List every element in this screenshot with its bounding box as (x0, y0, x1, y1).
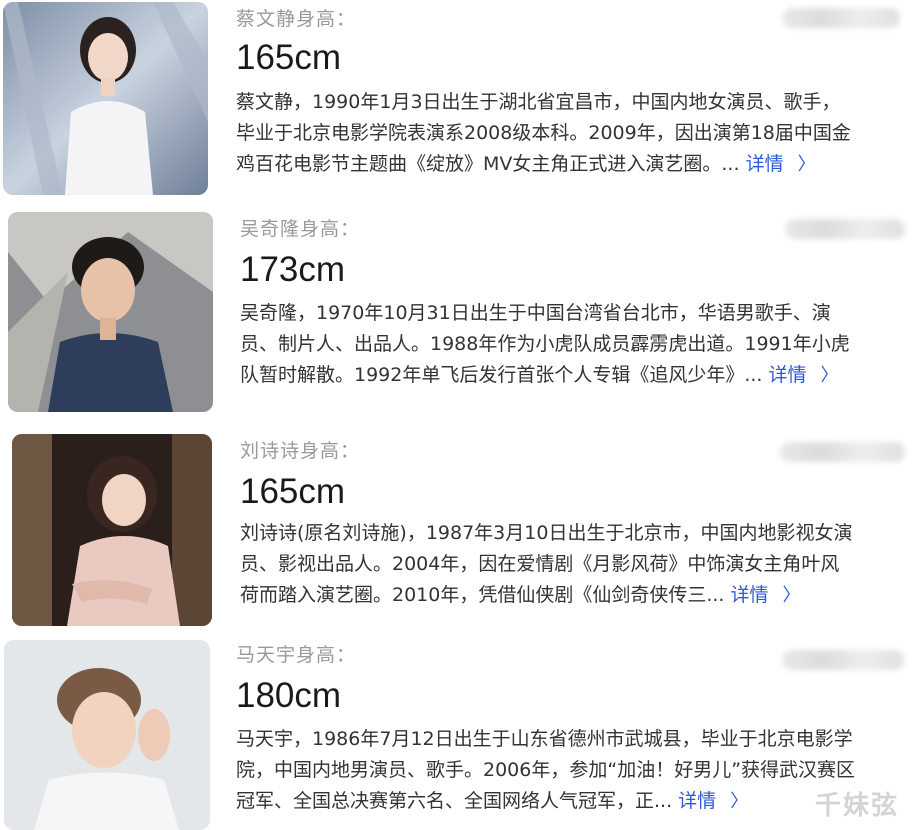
height-value: 180cm (236, 676, 342, 715)
avatar-photo[interactable] (8, 212, 213, 412)
chevron-right-icon[interactable]: 〉 (798, 154, 816, 175)
result-card[interactable]: 吴奇隆身高： 173cm 吴奇隆，1970年10月31日出生于中国台湾省台北市，… (0, 210, 915, 420)
result-description: 马天宇，1986年7月12日出生于山东省德州市武城县，毕业于北京电影学 院，中国… (236, 728, 856, 812)
portrait-image (3, 2, 208, 195)
result-label: 蔡文静身高： (236, 8, 357, 30)
source-blurred (782, 8, 900, 28)
avatar-photo[interactable] (12, 434, 212, 626)
chevron-right-icon[interactable]: 〉 (730, 791, 748, 812)
result-label: 吴奇隆身高： (240, 218, 361, 240)
details-link[interactable]: 详情 (678, 790, 716, 812)
result-description: 刘诗诗(原名刘诗施)，1987年3月10日出生于北京市，中国内地影视女演 员、影… (240, 522, 853, 606)
portrait-image (4, 640, 210, 830)
result-description: 蔡文静，1990年1月3日出生于湖北省宜昌市，中国内地女演员、歌手， 毕业于北京… (236, 91, 851, 175)
height-value: 165cm (236, 38, 342, 77)
portrait-image (8, 212, 213, 412)
chevron-right-icon[interactable]: 〉 (821, 365, 839, 386)
result-label: 马天宇身高： (236, 644, 357, 666)
result-card[interactable]: 马天宇身高： 180cm 马天宇，1986年7月12日出生于山东省德州市武城县，… (0, 636, 915, 830)
source-blurred (785, 219, 905, 239)
avatar-photo[interactable] (4, 640, 210, 830)
result-card[interactable]: 蔡文静身高： 165cm 蔡文静，1990年1月3日出生于湖北省宜昌市，中国内地… (0, 0, 915, 205)
watermark: 千妹弦 (814, 791, 899, 821)
result-label: 刘诗诗身高： (240, 440, 361, 462)
chevron-right-icon[interactable]: 〉 (783, 585, 801, 606)
result-description: 吴奇隆，1970年10月31日出生于中国台湾省台北市，华语男歌手、演 员、制片人… (240, 302, 850, 386)
height-value: 165cm (240, 472, 346, 511)
source-blurred (782, 650, 904, 670)
details-link[interactable]: 详情 (731, 584, 769, 606)
avatar-photo[interactable] (3, 2, 208, 195)
height-value: 173cm (240, 250, 346, 289)
source-blurred (780, 442, 905, 462)
result-card[interactable]: 刘诗诗身高： 165cm 刘诗诗(原名刘诗施)，1987年3月10日出生于北京市… (0, 432, 915, 632)
details-link[interactable]: 详情 (769, 364, 807, 386)
portrait-image (12, 434, 212, 626)
details-link[interactable]: 详情 (746, 153, 784, 175)
